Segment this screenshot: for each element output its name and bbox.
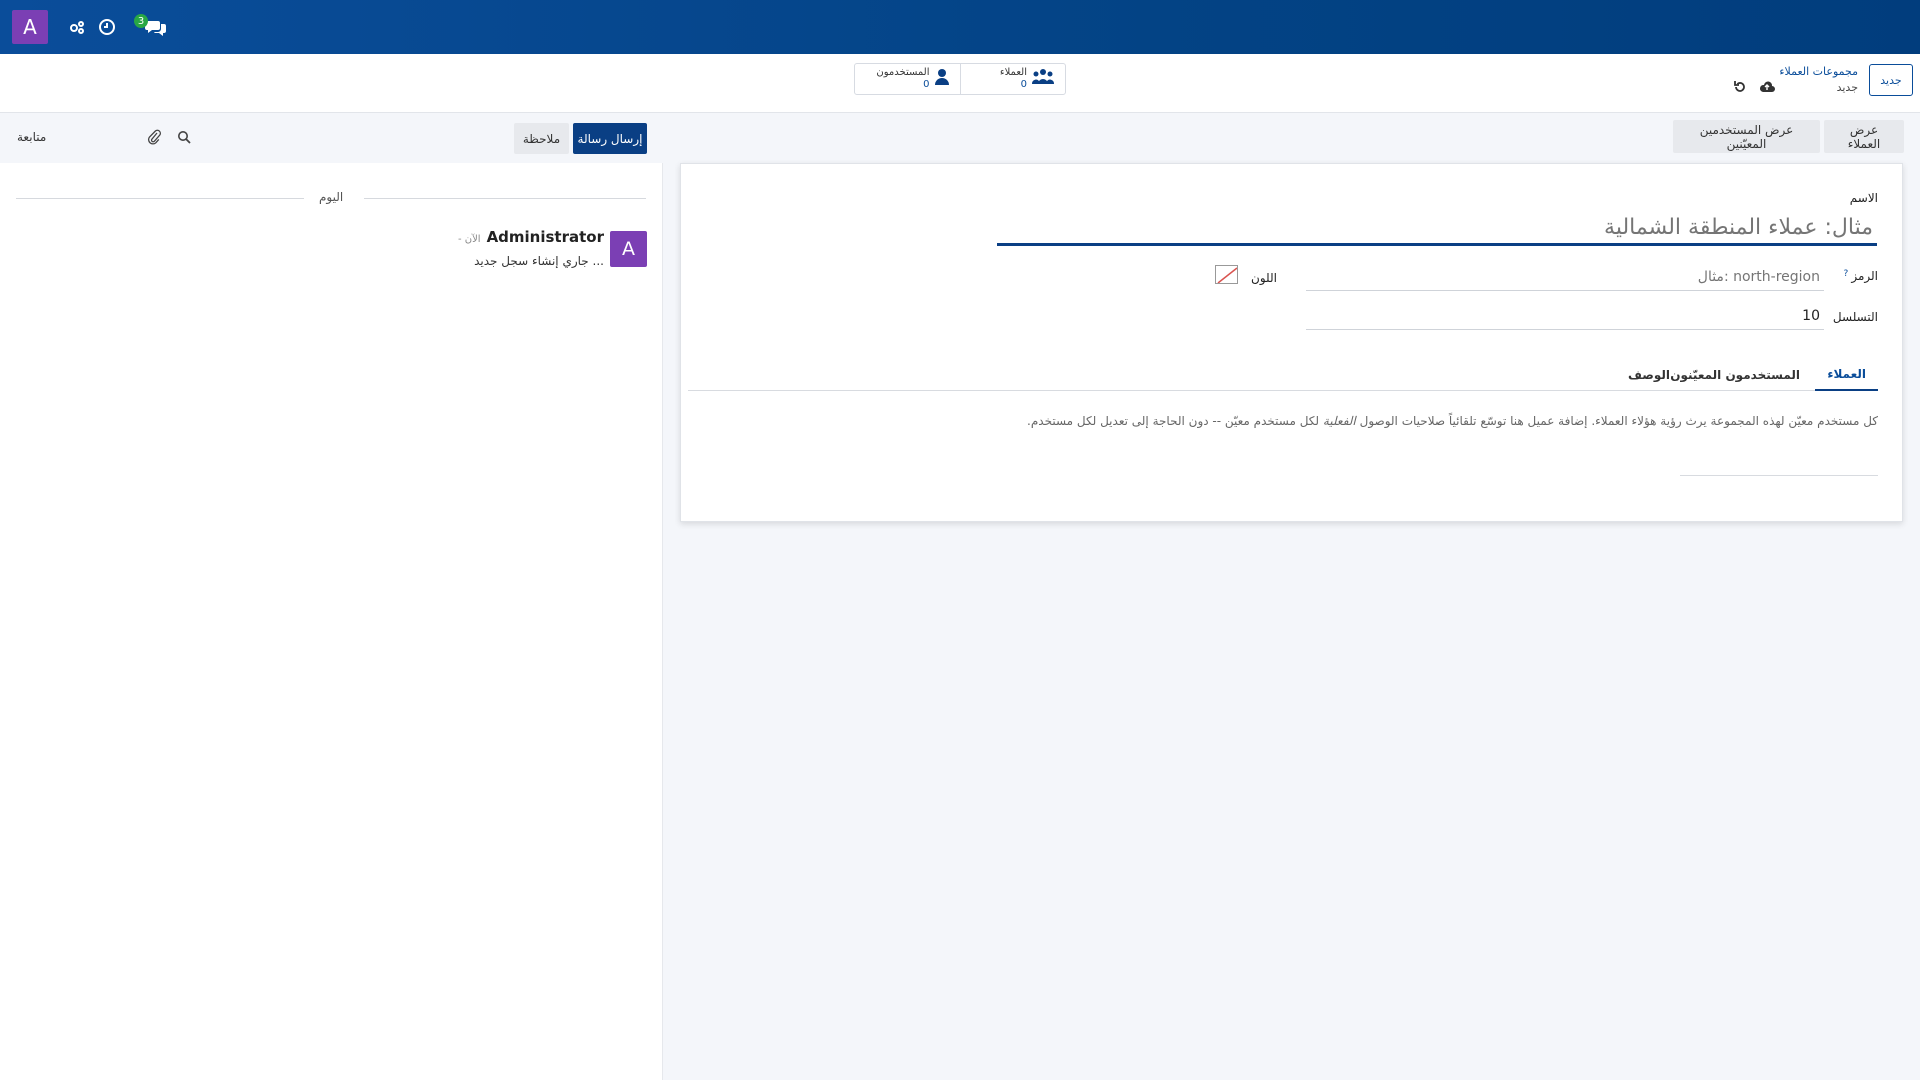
message-author-avatar[interactable]: A (610, 231, 647, 267)
form-sheet: الاسم الرمز ? اللون التسلسل العملاء المس… (680, 163, 1903, 522)
chatter-topbar: إرسال رسالة ملاحظة متابعة (0, 113, 663, 163)
help-text-part1: كل مستخدم معيّن لهذه المجموعة يرث رؤية ه… (1355, 414, 1878, 428)
name-label: الاسم (1849, 191, 1878, 205)
message-header: Administrator - الآن (458, 228, 604, 246)
control-panel: جديد مجموعات العملاء جديد العملاء 0 المس… (0, 54, 1920, 113)
top-navbar: A 3 (0, 0, 1920, 54)
breadcrumb-parent-link[interactable]: مجموعات العملاء (1779, 64, 1858, 80)
breadcrumb-current: جديد (1836, 81, 1858, 94)
users-stat-label: المستخدمون (876, 67, 930, 78)
user-avatar[interactable]: A (12, 10, 48, 44)
date-separator-label: اليوم (319, 190, 344, 204)
code-input[interactable] (1306, 263, 1824, 291)
paperclip-icon[interactable] (145, 128, 163, 146)
discard-icon[interactable] (1731, 78, 1749, 96)
code-label-text: الرمز (1851, 269, 1878, 283)
show-assigned-users-button[interactable]: عرض المستخدمين المعيّنين (1673, 120, 1820, 153)
no-color-slash-icon (1217, 267, 1237, 283)
customers-group-icon (1031, 68, 1055, 90)
customers-stat-label: العملاء (999, 67, 1027, 78)
date-separator: اليوم (16, 190, 646, 206)
clock-icon[interactable] (94, 14, 120, 40)
notebook-tabs: العملاء المستخدمون المعيّنون الوصف (688, 359, 1878, 391)
send-message-button[interactable]: إرسال رسالة (573, 123, 647, 154)
user-icon (934, 68, 950, 90)
customers-smart-button[interactable]: العملاء 0 (959, 64, 1066, 94)
message-author-name[interactable]: Administrator (487, 228, 604, 246)
search-icon[interactable] (175, 128, 193, 146)
new-button[interactable]: جديد (1869, 64, 1913, 96)
sequence-input[interactable] (1306, 302, 1824, 330)
color-picker[interactable] (1215, 265, 1238, 284)
help-text-emphasis: الفعلية (1322, 414, 1356, 428)
save-cloud-icon[interactable] (1758, 78, 1776, 96)
customers-field-underline[interactable] (1680, 475, 1878, 476)
follow-button[interactable]: متابعة (17, 130, 46, 144)
color-label: اللون (1251, 271, 1277, 285)
name-input[interactable] (997, 212, 1877, 246)
activity-icon[interactable] (64, 14, 90, 40)
help-text-part2: لكل مستخدم معيّن -- دون الحاجة إلى تعديل… (1027, 414, 1323, 428)
customers-stat-value: 0 (1020, 79, 1027, 90)
breadcrumb: مجموعات العملاء جديد (1779, 64, 1858, 96)
users-smart-button[interactable]: المستخدمون 0 (855, 64, 960, 94)
customers-tab-help-text: كل مستخدم معيّن لهذه المجموعة يرث رؤية ه… (728, 414, 1878, 428)
log-note-button[interactable]: ملاحظة (514, 123, 569, 154)
message-time: - الآن (457, 234, 481, 245)
tab-description[interactable]: الوصف (1616, 359, 1682, 391)
chatter-panel: إرسال رسالة ملاحظة متابعة اليوم A Admini… (0, 113, 663, 1080)
users-stat-value: 0 (923, 79, 930, 90)
smart-buttons: العملاء 0 المستخدمون 0 (854, 63, 1066, 95)
code-label: الرمز ? (1844, 269, 1878, 283)
code-help-tooltip[interactable]: ? (1844, 269, 1849, 283)
messages-badge: 3 (134, 14, 148, 28)
tab-customers[interactable]: العملاء (1815, 359, 1878, 391)
show-customers-button[interactable]: عرض العملاء (1824, 120, 1904, 153)
message-body: جاري إنشاء سجل جديد ... (474, 254, 604, 268)
sequence-label: التسلسل (1832, 310, 1878, 324)
